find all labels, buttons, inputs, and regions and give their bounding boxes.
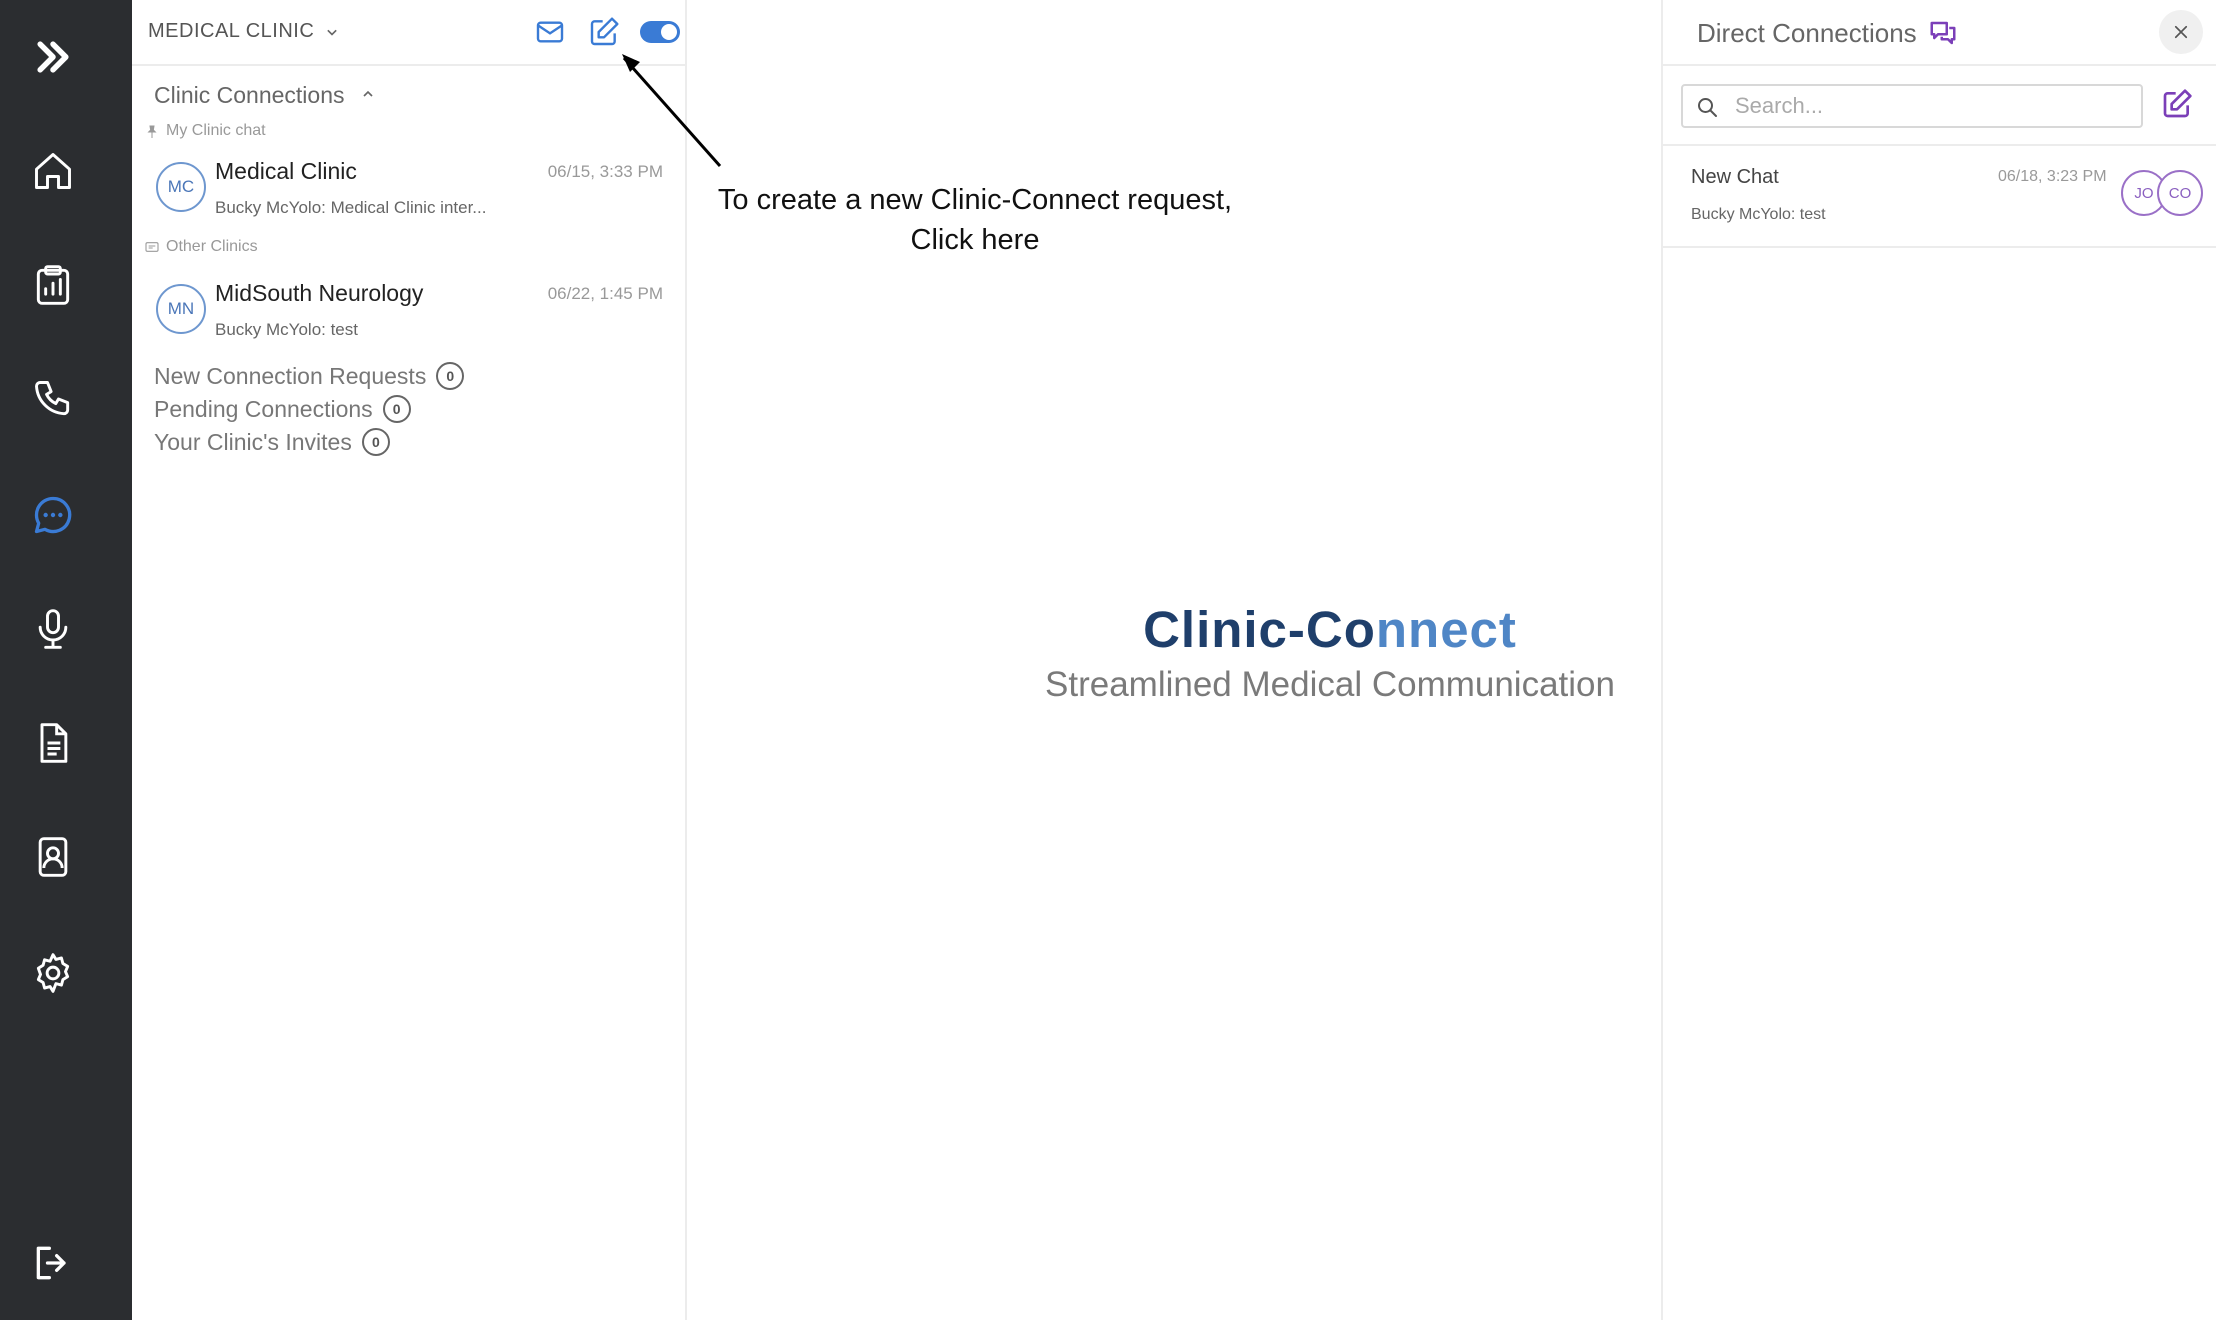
- chat-name: New Chat: [1691, 166, 1779, 188]
- brand-title-part1: Clinic-Co: [1143, 601, 1376, 658]
- clipboard-chart-icon: [36, 265, 70, 305]
- contact-card-icon: [38, 837, 68, 877]
- link-label: Your Clinic's Invites: [154, 428, 352, 455]
- chevron-down-icon[interactable]: [322, 22, 342, 42]
- nav-rail: [0, 0, 132, 1320]
- nav-chat[interactable]: [22, 484, 84, 546]
- phone-icon: [35, 381, 70, 416]
- home-icon: [35, 153, 71, 189]
- my-clinic-label: My Clinic chat: [166, 122, 266, 139]
- close-button[interactable]: [2159, 10, 2203, 54]
- annotation-arrow: [622, 54, 722, 167]
- nav-documents[interactable]: [22, 712, 84, 774]
- link-label: Pending Connections: [154, 395, 373, 422]
- new-connection-requests-link[interactable]: New Connection Requests 0: [154, 362, 465, 390]
- chat-list-icon: [145, 242, 159, 252]
- count-badge: 0: [436, 362, 465, 390]
- microphone-icon: [38, 609, 68, 649]
- chat-preview: Bucky McYolo: Medical Clinic inter...: [215, 198, 487, 217]
- logout-icon: [36, 1246, 66, 1280]
- annotation-line-1: To create a new Clinic-Connect request,: [717, 184, 1233, 216]
- compose-icon[interactable]: [2161, 88, 2193, 120]
- link-label: New Connection Requests: [154, 362, 427, 389]
- search-box: [1681, 84, 2143, 128]
- chat-bubble-icon: [34, 496, 72, 534]
- document-icon: [40, 723, 68, 763]
- chevrons-right-icon: [37, 41, 69, 73]
- clinic-connections-pane: MEDICAL CLINIC Clinic Connections My Cli…: [132, 0, 687, 1320]
- chevron-up-icon[interactable]: [360, 86, 376, 102]
- search-icon: [1698, 98, 1717, 117]
- count-badge: 0: [361, 428, 390, 456]
- clinic-invites-link[interactable]: Your Clinic's Invites 0: [154, 428, 390, 456]
- nav-home[interactable]: [22, 140, 84, 202]
- avatar: MN: [156, 284, 206, 334]
- direct-connections-pane: Direct Connections New Chat 06/18, 3:23 …: [1661, 0, 2216, 1320]
- gear-icon: [36, 953, 70, 993]
- chat-preview: Bucky McYolo: test: [215, 320, 358, 339]
- annotation-line-2: Click here: [910, 224, 1040, 256]
- avatar: CO: [2157, 170, 2203, 216]
- chat-preview: Bucky McYolo: test: [1691, 206, 1826, 223]
- nav-phone[interactable]: [22, 368, 84, 430]
- section-title[interactable]: Clinic Connections: [154, 82, 344, 109]
- clinic-selector[interactable]: MEDICAL CLINIC: [148, 20, 314, 43]
- other-clinics-label: Other Clinics: [166, 238, 258, 255]
- annotation-text: To create a new Clinic-Connect request, …: [700, 180, 1250, 260]
- chat-name: Medical Clinic: [215, 158, 357, 184]
- count-badge: 0: [382, 395, 411, 423]
- chat-time: 06/18, 3:23 PM: [1998, 168, 2107, 185]
- chat-bubbles-icon: [1930, 21, 1956, 45]
- nav-reports[interactable]: [22, 254, 84, 316]
- logout-button[interactable]: [22, 1232, 84, 1294]
- nav-contacts[interactable]: [22, 826, 84, 888]
- pane-header: Direct Connections: [1663, 0, 2216, 66]
- chat-row-new-chat[interactable]: New Chat 06/18, 3:23 PM Bucky McYolo: te…: [1663, 144, 2216, 248]
- chat-name: MidSouth Neurology: [215, 280, 424, 306]
- search-input[interactable]: [1733, 92, 2127, 120]
- nav-dictation[interactable]: [22, 598, 84, 660]
- pending-connections-link[interactable]: Pending Connections 0: [154, 395, 411, 423]
- pin-icon: [147, 125, 157, 138]
- close-icon: [2174, 25, 2188, 39]
- avatar: MC: [156, 162, 206, 212]
- mail-icon[interactable]: [534, 16, 566, 48]
- nav-settings[interactable]: [22, 942, 84, 1004]
- pane-title: Direct Connections: [1697, 18, 1917, 48]
- chat-time: 06/22, 1:45 PM: [547, 284, 663, 303]
- expand-nav-button[interactable]: [22, 26, 84, 88]
- brand-title-part2: nnect: [1375, 601, 1517, 658]
